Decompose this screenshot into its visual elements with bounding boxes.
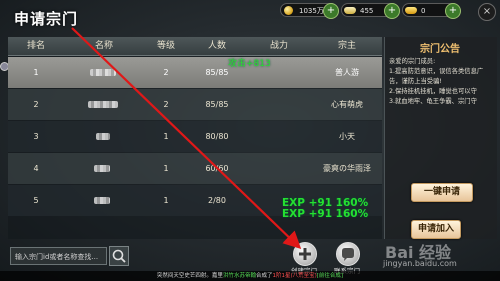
watermark-site: jingyan.baidu.com — [383, 259, 457, 268]
